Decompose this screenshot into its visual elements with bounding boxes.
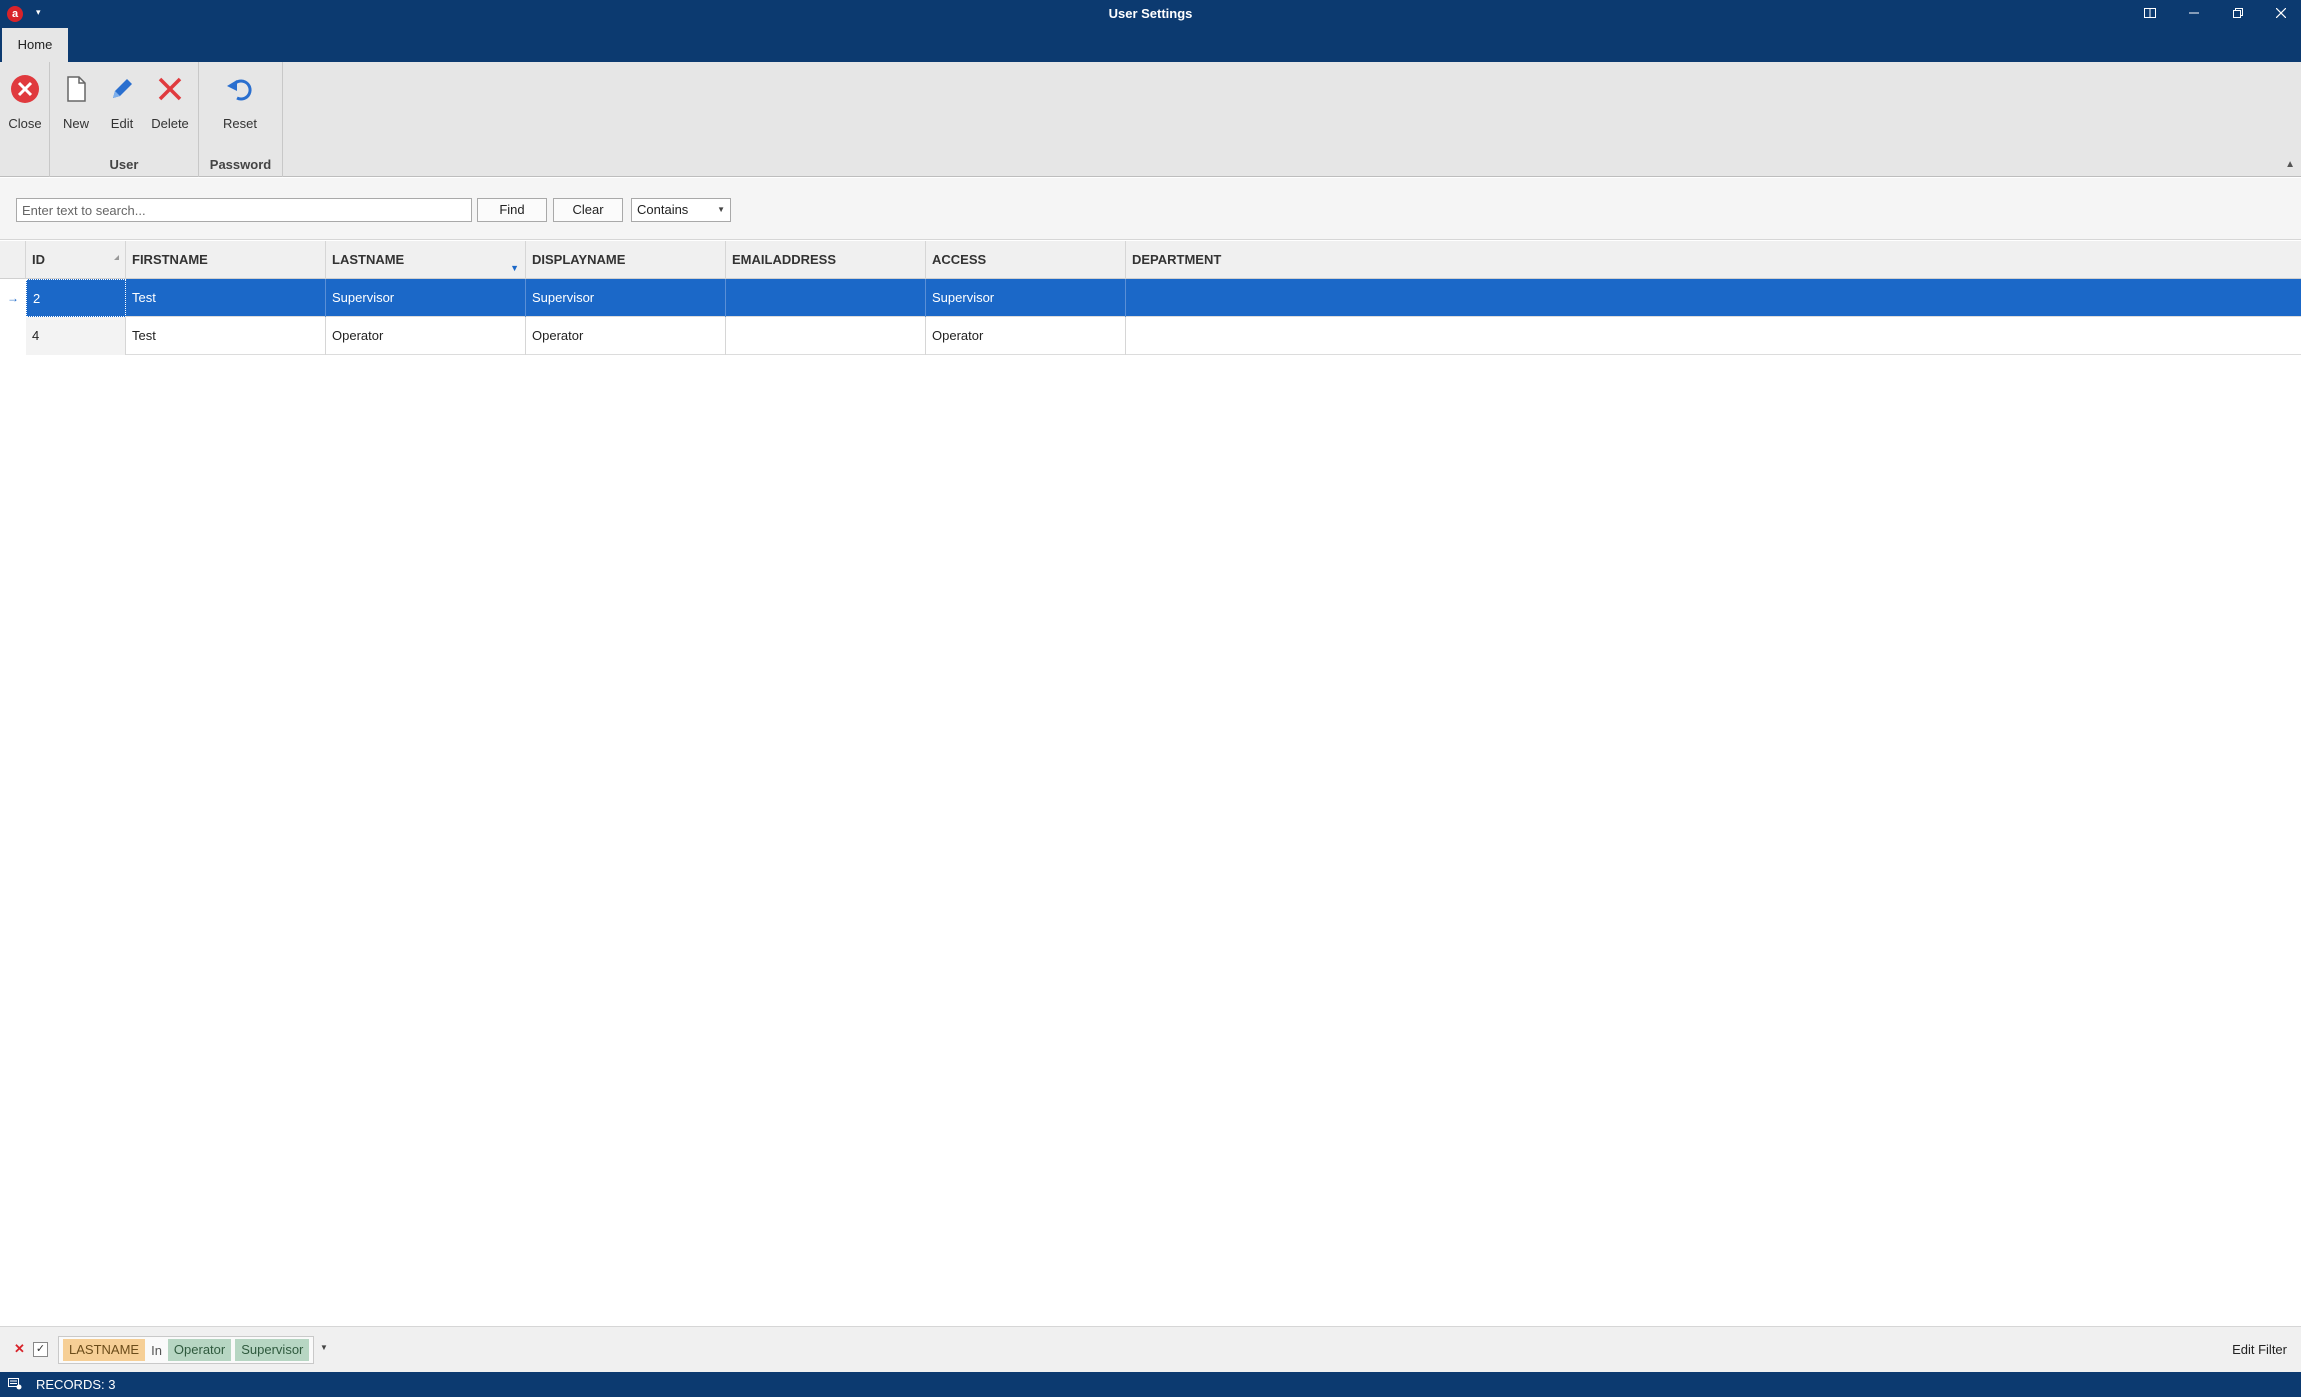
chevron-down-icon: ▼ (717, 205, 725, 214)
edit-button-label: Edit (110, 116, 134, 131)
cell-displayname[interactable]: Operator (526, 317, 726, 355)
find-button[interactable]: Find (477, 198, 547, 222)
reset-button[interactable]: Reset (216, 68, 264, 138)
new-button[interactable]: New (52, 68, 100, 138)
records-icon (8, 1378, 22, 1390)
column-header-department[interactable]: DEPARTMENT (1126, 241, 2301, 279)
ribbon: Close New Edit Delete User Reset Passwor… (0, 62, 2301, 177)
pencil-icon (113, 79, 132, 98)
cell-firstname[interactable]: Test (126, 279, 326, 317)
search-panel: Find Clear Contains ▼ (0, 178, 2301, 240)
records-count: RECORDS: 3 (36, 1377, 116, 1392)
cell-lastname[interactable]: Operator (326, 317, 526, 355)
restore-layout-icon[interactable] (2128, 0, 2172, 28)
users-grid: ID FIRSTNAME LASTNAME ▼ DISPLAYNAME EMAI… (0, 241, 2301, 1326)
ribbon-group-close: Close (0, 62, 50, 177)
reset-button-label: Reset (223, 116, 257, 131)
close-button[interactable]: Close (1, 68, 49, 138)
edit-filter-link[interactable]: Edit Filter (2232, 1342, 2287, 1357)
undo-icon (227, 79, 252, 101)
filter-history-dropdown-icon[interactable]: ▼ (320, 1343, 328, 1352)
table-row[interactable]: 4 Test Operator Operator Operator (0, 317, 2301, 355)
window-title: User Settings (1108, 6, 1193, 21)
cell-lastname[interactable]: Supervisor (326, 279, 526, 317)
column-header-label: DEPARTMENT (1132, 252, 1222, 267)
ribbon-tab-strip: Home (0, 28, 2301, 62)
column-header-emailaddress[interactable]: EMAILADDRESS (726, 241, 926, 279)
cell-department[interactable] (1126, 279, 2301, 317)
title-bar: a ▾ User Settings (0, 0, 2301, 28)
filter-panel: ✕ ✓ LASTNAME In Operator Supervisor ▼ Ed… (0, 1326, 2301, 1372)
ribbon-collapse-icon[interactable]: ▲ (2285, 159, 2295, 170)
column-header-lastname[interactable]: LASTNAME ▼ (326, 241, 526, 279)
row-indicator (0, 317, 26, 355)
cell-access[interactable]: Operator (926, 317, 1126, 355)
tab-home[interactable]: Home (2, 28, 68, 62)
cell-access[interactable]: Supervisor (926, 279, 1126, 317)
sort-ascending-icon (114, 255, 119, 260)
ribbon-group-password: Reset Password (199, 62, 283, 177)
ribbon-group-user: New Edit Delete User (50, 62, 199, 177)
grid-header: ID FIRSTNAME LASTNAME ▼ DISPLAYNAME EMAI… (0, 241, 2301, 279)
cell-department[interactable] (1126, 317, 2301, 355)
column-header-label: LASTNAME (332, 252, 405, 267)
column-header-label: FIRSTNAME (132, 252, 208, 267)
column-header-label: DISPLAYNAME (532, 252, 626, 267)
edit-button[interactable]: Edit (98, 68, 146, 138)
filter-value-chip: Supervisor (235, 1339, 310, 1361)
new-button-label: New (62, 116, 89, 131)
filter-operator: In (151, 1342, 162, 1358)
filter-expression[interactable]: LASTNAME In Operator Supervisor (58, 1336, 315, 1364)
column-header-access[interactable]: ACCESS (926, 241, 1126, 279)
delete-button[interactable]: Delete (146, 68, 194, 138)
search-input[interactable] (16, 198, 472, 222)
table-row[interactable]: → 2 Test Supervisor Supervisor Superviso… (0, 279, 2301, 317)
cell-emailaddress[interactable] (726, 317, 926, 355)
match-mode-select[interactable]: Contains ▼ (631, 198, 731, 222)
close-window-button[interactable] (2260, 0, 2301, 28)
maximize-button[interactable] (2216, 0, 2260, 28)
delete-button-label: Delete (151, 116, 189, 131)
column-header-label: ACCESS (932, 252, 987, 267)
column-header-id[interactable]: ID (26, 241, 126, 279)
cell-id[interactable]: 4 (26, 317, 126, 355)
focused-row-arrow-icon: → (0, 279, 26, 317)
column-header-displayname[interactable]: DISPLAYNAME (526, 241, 726, 279)
new-document-icon (67, 76, 86, 102)
filter-field-chip: LASTNAME (63, 1339, 146, 1361)
column-header-firstname[interactable]: FIRSTNAME (126, 241, 326, 279)
row-indicator-header (0, 241, 26, 279)
minimize-button[interactable] (2172, 0, 2216, 28)
clear-filter-icon[interactable]: ✕ (14, 1341, 25, 1357)
column-header-label: EMAILADDRESS (732, 252, 837, 267)
close-button-label: Close (8, 116, 42, 131)
cell-firstname[interactable]: Test (126, 317, 326, 355)
status-bar: RECORDS: 3 (0, 1372, 2301, 1397)
match-mode-value: Contains (637, 202, 689, 217)
clear-button[interactable]: Clear (553, 198, 623, 222)
ribbon-group-user-label: User (109, 157, 139, 172)
delete-x-icon (158, 77, 182, 101)
close-circle-icon (11, 75, 39, 103)
cell-emailaddress[interactable] (726, 279, 926, 317)
cell-id[interactable]: 2 (26, 279, 126, 317)
cell-displayname[interactable]: Supervisor (526, 279, 726, 317)
column-header-label: ID (32, 252, 45, 267)
filter-enabled-checkbox[interactable]: ✓ (33, 1342, 48, 1357)
filter-value-chip: Operator (167, 1339, 232, 1361)
ribbon-group-password-label: Password (209, 157, 272, 172)
